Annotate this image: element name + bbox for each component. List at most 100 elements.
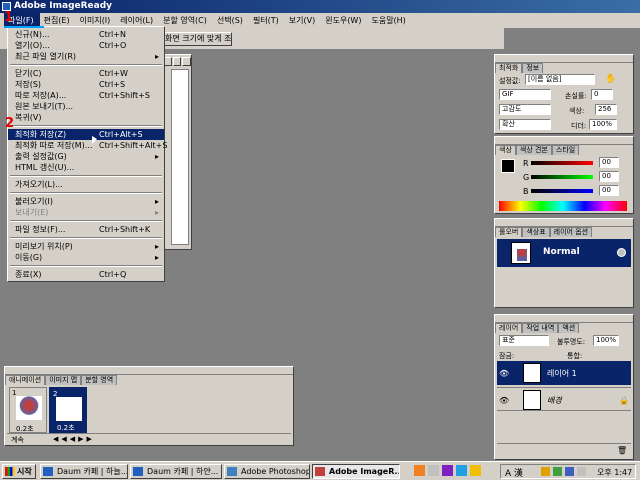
fit-on-screen-button[interactable]: 화면 크기에 맞게 조정 — [160, 32, 232, 46]
tab-slice[interactable]: 분할 영역 — [81, 375, 118, 385]
eye-icon[interactable]: 👁 — [499, 369, 509, 378]
menu-separator — [10, 237, 162, 239]
rollover-state-normal[interactable]: Normal — [497, 239, 631, 267]
loop-select[interactable]: 계속 — [11, 435, 24, 445]
state-toggle-icon[interactable] — [617, 248, 626, 257]
layer-row[interactable]: 👁 레이어 1 — [497, 361, 631, 385]
dither-select[interactable]: 확산 — [499, 119, 551, 130]
tray-icon[interactable] — [577, 467, 586, 476]
app-icon[interactable] — [428, 465, 439, 476]
menu-view[interactable]: 보기(V) — [285, 13, 321, 28]
opacity-field[interactable]: 100% — [593, 335, 619, 346]
panel-titlebar[interactable] — [495, 219, 633, 227]
animation-frame[interactable]: 2 0.2초 — [49, 387, 87, 433]
menu-separator — [10, 265, 162, 267]
tab-actions[interactable]: 액션 — [558, 323, 580, 333]
menu-item-exit[interactable]: 종료(X) Ctrl+Q — [8, 269, 164, 280]
palette-select[interactable]: 고감도 — [499, 104, 551, 115]
menu-item-file-info[interactable]: 파일 정보(F)... Ctrl+Shift+K — [8, 224, 164, 235]
panel-titlebar[interactable] — [495, 55, 633, 63]
droplet-icon[interactable]: ✋ — [605, 74, 616, 85]
trash-icon[interactable]: 🗑 — [617, 446, 627, 455]
tab-image-map[interactable]: 이미지 맵 — [45, 375, 82, 385]
menu-item-update-html[interactable]: HTML 갱신(U)... — [8, 162, 164, 173]
color-panel: 색상 색상 견본 스타일 R 00 G 00 B 00 — [494, 136, 634, 214]
tab-color-table[interactable]: 색상표 — [522, 227, 550, 237]
menu-item-save-optimized[interactable]: 최적화 저장(Z) Ctrl+Alt+S — [8, 129, 164, 140]
tab-history[interactable]: 작업 내역 — [522, 323, 559, 333]
b-slider[interactable] — [531, 189, 593, 193]
app-icon[interactable] — [414, 465, 425, 476]
tab-swatches[interactable]: 색상 견본 — [515, 145, 552, 155]
tab-animation[interactable]: 애니메이션 — [5, 375, 46, 385]
menu-item-revert[interactable]: 복귀(V) — [8, 112, 164, 123]
layer-row[interactable]: 👁 배경 🔒 — [497, 387, 631, 411]
menu-item-output-settings[interactable]: 출력 설정값(G) ▸ — [8, 151, 164, 162]
menu-select[interactable]: 선택(S) — [213, 13, 249, 28]
tab-info[interactable]: 정보 — [522, 63, 544, 73]
preset-select[interactable]: [이름 없음] — [525, 74, 595, 85]
g-field[interactable]: 00 — [599, 171, 619, 182]
blend-mode-select[interactable]: 표준 — [499, 335, 549, 346]
opacity-label: 불투명도: — [557, 338, 586, 346]
lossy-field[interactable]: 0 — [591, 89, 613, 100]
tab-layers[interactable]: 레이어 — [495, 323, 523, 333]
menu-item-open[interactable]: 열기(O)... Ctrl+O — [8, 40, 164, 51]
r-field[interactable]: 00 — [599, 157, 619, 168]
panel-titlebar[interactable] — [5, 367, 293, 375]
animation-frame[interactable]: 1 0.2초 — [9, 387, 47, 433]
annotation-underline — [4, 26, 44, 28]
app-icon[interactable] — [456, 465, 467, 476]
document-canvas[interactable] — [171, 69, 189, 245]
tab-optimize[interactable]: 최적화 — [495, 63, 523, 73]
menu-filter[interactable]: 필터(T) — [249, 13, 285, 28]
tab-layer-options[interactable]: 레이어 옵션 — [549, 227, 593, 237]
frame-delay[interactable]: 0.2초 — [57, 423, 75, 433]
eye-icon[interactable]: 👁 — [499, 396, 509, 405]
panel-titlebar[interactable] — [495, 137, 633, 145]
menu-item-save[interactable]: 저장(S) Ctrl+S — [8, 79, 164, 90]
menu-window[interactable]: 윈도우(W) — [321, 13, 367, 28]
menu-item-save-as[interactable]: 따로 저장(A)... Ctrl+Shift+S — [8, 90, 164, 101]
panel-titlebar[interactable] — [495, 315, 633, 323]
taskbar-item-imageready[interactable]: Adobe ImageR... — [312, 464, 400, 479]
menu-item-open-recent[interactable]: 최근 파일 열기(R) ▸ — [8, 51, 164, 62]
menu-item-import[interactable]: 불러오기(I) ▸ — [8, 196, 164, 207]
menu-item-close[interactable]: 닫기(C) Ctrl+W — [8, 68, 164, 79]
menu-help[interactable]: 도움말(H) — [367, 13, 411, 28]
b-field[interactable]: 00 — [599, 185, 619, 196]
mouse-cursor-icon — [92, 136, 97, 144]
tray-icon[interactable] — [565, 467, 574, 476]
tab-color[interactable]: 색상 — [495, 145, 516, 155]
taskbar-item-daum-1[interactable]: Daum 카페 | 하늘... — [40, 464, 128, 479]
r-slider[interactable] — [531, 161, 593, 165]
menu-item-jump-to[interactable]: 이동(G) ▸ — [8, 252, 164, 263]
tab-rollover[interactable]: 롤오버 — [495, 227, 523, 237]
maximize-icon[interactable] — [172, 57, 182, 66]
tray-icon[interactable] — [541, 467, 550, 476]
menu-item-export[interactable]: 보내기(E) ▸ — [8, 207, 164, 218]
layer-thumbnail — [523, 363, 541, 383]
g-slider[interactable] — [531, 175, 593, 179]
taskbar-item-daum-2[interactable]: Daum 카페 | 하얀... — [130, 464, 222, 479]
menu-item-place[interactable]: 가져오기(L)... — [8, 179, 164, 190]
taskbar-item-photoshop[interactable]: Adobe Photoshop — [224, 464, 310, 479]
menu-slices[interactable]: 분할 영역(C) — [159, 13, 213, 28]
colors-field[interactable]: 256 — [595, 104, 617, 115]
menu-item-export-original[interactable]: 원본 보내기(T)... — [8, 101, 164, 112]
dither-field[interactable]: 100% — [589, 119, 617, 130]
playback-controls[interactable]: ◀◀◀▶▶ — [53, 435, 95, 443]
start-button[interactable]: 시작 — [2, 464, 36, 479]
close-icon[interactable] — [182, 57, 192, 66]
format-select[interactable]: GIF — [499, 89, 551, 100]
color-ramp[interactable] — [499, 201, 627, 211]
menu-item-save-optimized-as[interactable]: 최적화 따로 저장(M)... Ctrl+Shift+Alt+S — [8, 140, 167, 151]
tray-icon[interactable] — [553, 467, 562, 476]
app-icon[interactable] — [470, 465, 481, 476]
menu-item-new[interactable]: 신규(N)... Ctrl+N — [8, 29, 164, 40]
app-icon[interactable] — [442, 465, 453, 476]
foreground-color-swatch[interactable] — [501, 159, 515, 173]
ime-indicator[interactable]: A 漢 — [505, 466, 523, 479]
tab-styles[interactable]: 스타일 — [551, 145, 580, 155]
menu-item-preview-in[interactable]: 미리보기 위치(P) ▸ — [8, 241, 164, 252]
